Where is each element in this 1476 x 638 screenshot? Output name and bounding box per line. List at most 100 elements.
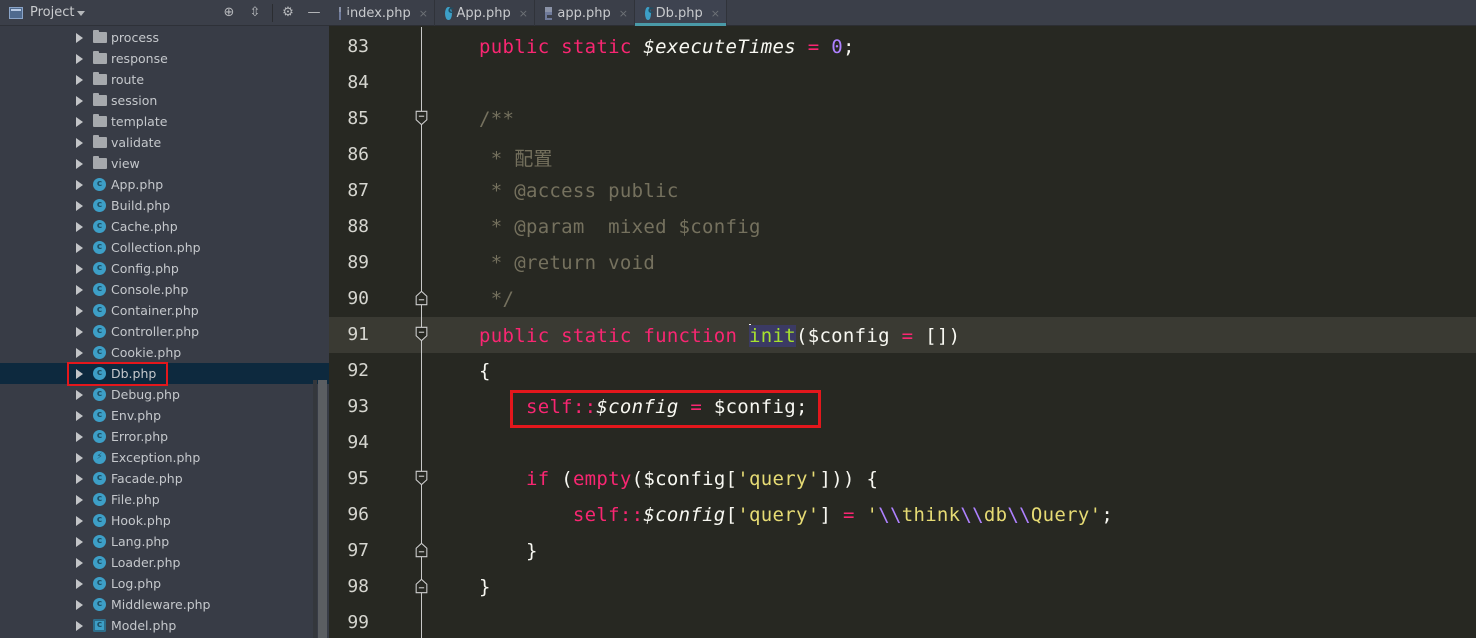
expand-arrow-icon[interactable]	[76, 600, 83, 610]
expand-arrow-icon[interactable]	[76, 222, 83, 232]
expand-arrow-icon[interactable]	[76, 390, 83, 400]
code-editor[interactable]: 83 public static $executeTimes = 0; 84 85 /…	[329, 27, 1476, 638]
tree-item[interactable]: session	[0, 90, 329, 111]
locate-icon[interactable]: ⊕	[220, 4, 238, 22]
fold-collapse-icon[interactable]	[414, 110, 429, 126]
code-line[interactable]: 84	[329, 65, 1476, 101]
tree-item[interactable]: c Loader.php	[0, 552, 329, 573]
close-icon[interactable]: ×	[519, 7, 528, 20]
close-icon[interactable]: ×	[419, 7, 428, 20]
expand-arrow-icon[interactable]	[76, 516, 83, 526]
expand-arrow-icon[interactable]	[76, 243, 83, 253]
gear-icon[interactable]: ⚙	[279, 4, 297, 22]
expand-arrow-icon[interactable]	[76, 54, 83, 64]
expand-arrow-icon[interactable]	[76, 117, 83, 127]
code-line[interactable]: 90 */	[329, 281, 1476, 317]
collapse-all-icon[interactable]: ⇳	[246, 4, 264, 22]
tree-item[interactable]: c Debug.php	[0, 384, 329, 405]
expand-arrow-icon[interactable]	[76, 411, 83, 421]
tree-item[interactable]: c Hook.php	[0, 510, 329, 531]
tree-item[interactable]: view	[0, 153, 329, 174]
fold-end-icon[interactable]	[414, 290, 429, 306]
expand-arrow-icon[interactable]	[76, 453, 83, 463]
code-line[interactable]: 98}	[329, 569, 1476, 605]
sidebar-scrollbar[interactable]	[318, 380, 327, 638]
fold-collapse-icon[interactable]	[414, 470, 429, 486]
code-line[interactable]: 86 * 配置	[329, 137, 1476, 173]
expand-arrow-icon[interactable]	[76, 495, 83, 505]
code-line[interactable]: 99	[329, 605, 1476, 638]
hide-panel-icon[interactable]: —	[305, 4, 323, 22]
project-view-icon	[9, 7, 23, 19]
tree-item[interactable]: validate	[0, 132, 329, 153]
code-line[interactable]: 85 /**	[329, 101, 1476, 137]
fold-end-icon[interactable]	[414, 578, 429, 594]
expand-arrow-icon[interactable]	[76, 264, 83, 274]
expand-arrow-icon[interactable]	[76, 96, 83, 106]
code-line[interactable]: 87 * @access public	[329, 173, 1476, 209]
expand-arrow-icon[interactable]	[76, 285, 83, 295]
tree-item[interactable]: c Model.php	[0, 615, 329, 636]
tree-item[interactable]: c Config.php	[0, 258, 329, 279]
expand-arrow-icon[interactable]	[76, 201, 83, 211]
expand-arrow-icon[interactable]	[76, 33, 83, 43]
expand-arrow-icon[interactable]	[76, 159, 83, 169]
tree-item[interactable]: route	[0, 69, 329, 90]
expand-arrow-icon[interactable]	[76, 348, 83, 358]
tab-app-php[interactable]: app.php ×	[535, 0, 635, 26]
php-class-icon: c	[93, 514, 106, 527]
expand-arrow-icon[interactable]	[76, 474, 83, 484]
expand-arrow-icon[interactable]	[76, 432, 83, 442]
close-icon[interactable]: ×	[711, 7, 720, 20]
tree-item[interactable]: c File.php	[0, 489, 329, 510]
expand-arrow-icon[interactable]	[76, 558, 83, 568]
tree-item[interactable]: c Console.php	[0, 279, 329, 300]
tree-item[interactable]: c Lang.php	[0, 531, 329, 552]
tree-item[interactable]: c Controller.php	[0, 321, 329, 342]
code-line[interactable]: 96 self::$config['query'] = '\\think\\db…	[329, 497, 1476, 533]
tree-item[interactable]: c Build.php	[0, 195, 329, 216]
tree-item[interactable]: template	[0, 111, 329, 132]
tree-item[interactable]: c Collection.php	[0, 237, 329, 258]
tree-item[interactable]: c Container.php	[0, 300, 329, 321]
code-line[interactable]: 88 * @param mixed $config	[329, 209, 1476, 245]
tree-item[interactable]: c Facade.php	[0, 468, 329, 489]
code-line[interactable]: 92 {	[329, 353, 1476, 389]
chevron-down-icon[interactable]	[77, 11, 85, 16]
line-number: 98	[347, 576, 369, 597]
code-line[interactable]: 97 }	[329, 533, 1476, 569]
tree-item[interactable]: c Cache.php	[0, 216, 329, 237]
code-line[interactable]: 89 * @return void	[329, 245, 1476, 281]
expand-arrow-icon[interactable]	[76, 621, 83, 631]
tree-item[interactable]: c Error.php	[0, 426, 329, 447]
tab-app-php[interactable]: App.php ×	[435, 0, 535, 26]
code-text: }	[479, 576, 491, 598]
code-line[interactable]: 93 self::$config = $config;	[329, 389, 1476, 425]
tree-item[interactable]: process	[0, 27, 329, 48]
code-line[interactable]: 95 if (empty($config['query'])) {	[329, 461, 1476, 497]
expand-arrow-icon[interactable]	[76, 537, 83, 547]
code-line[interactable]: 83 public static $executeTimes = 0;	[329, 29, 1476, 65]
tree-item[interactable]: c Middleware.php	[0, 594, 329, 615]
expand-arrow-icon[interactable]	[76, 138, 83, 148]
tab-index-php[interactable]: index.php ×	[329, 0, 435, 26]
expand-arrow-icon[interactable]	[76, 75, 83, 85]
project-view-selector[interactable]: Project	[30, 5, 74, 20]
tree-item[interactable]: response	[0, 48, 329, 69]
expand-arrow-icon[interactable]	[76, 579, 83, 589]
fold-end-icon[interactable]	[414, 542, 429, 558]
expand-arrow-icon[interactable]	[76, 306, 83, 316]
tree-item-label: Error.php	[111, 429, 169, 444]
tree-item[interactable]: c Log.php	[0, 573, 329, 594]
close-icon[interactable]: ×	[619, 7, 628, 20]
code-line[interactable]: 91 public static function init($config = …	[329, 317, 1476, 353]
expand-arrow-icon[interactable]	[76, 180, 83, 190]
fold-collapse-icon[interactable]	[414, 326, 429, 342]
tree-item[interactable]: c Cookie.php	[0, 342, 329, 363]
tree-item[interactable]: c Env.php	[0, 405, 329, 426]
expand-arrow-icon[interactable]	[76, 327, 83, 337]
tab-db-php[interactable]: Db.php ×	[635, 0, 727, 26]
tree-item[interactable]: c App.php	[0, 174, 329, 195]
tree-item[interactable]: ⚡ Exception.php	[0, 447, 329, 468]
code-line[interactable]: 94	[329, 425, 1476, 461]
